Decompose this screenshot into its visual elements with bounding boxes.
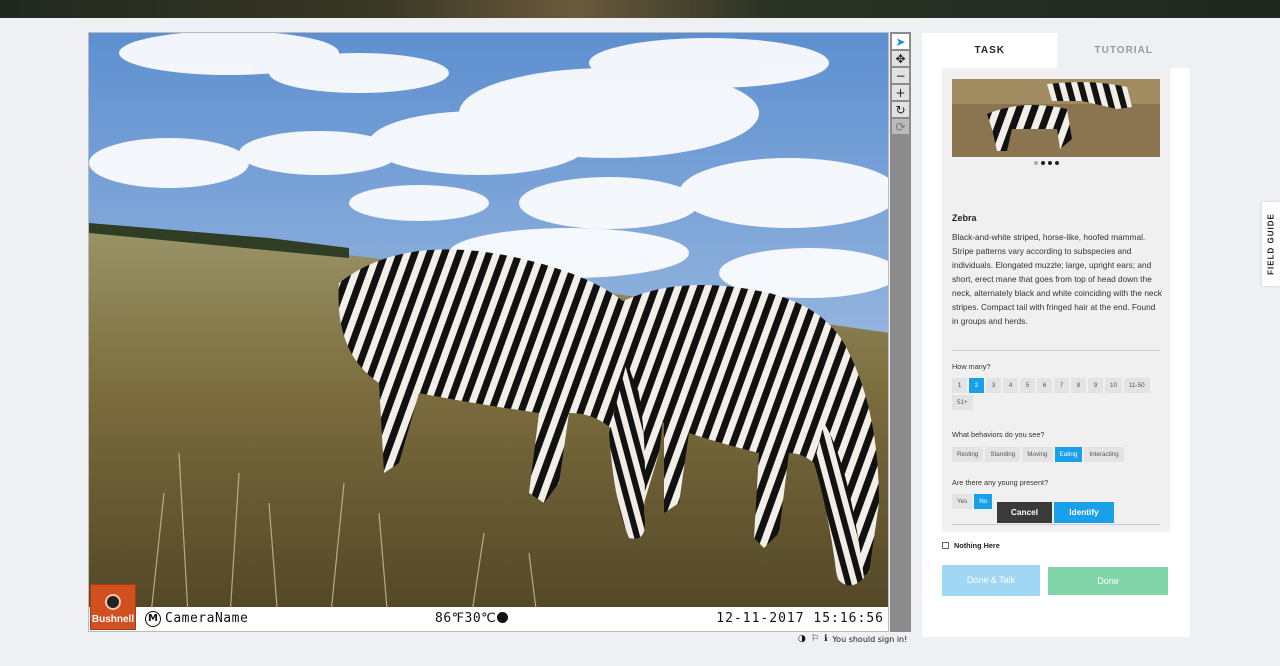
panel-tabs: TASK TUTORIAL <box>922 33 1190 68</box>
how-many-option[interactable]: 9 <box>1088 378 1103 393</box>
how-many-option[interactable]: 10 <box>1105 378 1123 393</box>
zoom-out-icon[interactable]: − <box>892 68 909 83</box>
species-name: Zebra <box>952 213 977 223</box>
nothing-here-checkbox[interactable] <box>942 542 949 549</box>
young-option[interactable]: Yes <box>952 494 973 509</box>
rotate-icon[interactable]: ↻ <box>892 102 909 117</box>
carousel-dot[interactable] <box>1055 161 1059 165</box>
identify-button[interactable]: Identify <box>1054 502 1114 523</box>
species-image-carousel[interactable] <box>952 79 1160 157</box>
how-many-option[interactable]: 6 <box>1037 378 1052 393</box>
how-many-option[interactable]: 8 <box>1071 378 1086 393</box>
question-behaviors: What behaviors do you see? <box>952 430 1045 439</box>
how-many-option[interactable]: 3 <box>986 378 1001 393</box>
species-detail: Zebra Black-and-white striped, horse-lik… <box>942 68 1170 532</box>
camera-name: CameraName <box>165 611 249 626</box>
behavior-option[interactable]: Interacting <box>1084 447 1124 462</box>
bushnell-logo: Bushnell <box>90 584 136 630</box>
how-many-option[interactable]: 11-50 <box>1124 378 1150 393</box>
pan-icon[interactable]: ✥ <box>892 51 909 66</box>
behavior-option[interactable]: Resting <box>952 447 984 462</box>
how-many-option[interactable]: 7 <box>1054 378 1069 393</box>
species-description: Black-and-white striped, horse-like, hoo… <box>952 232 1162 326</box>
how-many-option[interactable]: 51+ <box>952 395 973 410</box>
image-toolbar: ➤ ✥ − + ↻ ⟳ <box>890 32 911 632</box>
carousel-dot[interactable] <box>1048 161 1052 165</box>
zoom-in-icon[interactable]: + <box>892 85 909 100</box>
pointer-icon[interactable]: ➤ <box>892 34 909 49</box>
subject-meta: ◑ ⚐ ℹ You should sign in! <box>798 634 907 644</box>
species-example-image <box>952 79 1160 157</box>
how-many-option[interactable]: 2 <box>969 378 984 393</box>
bushnell-emblem-icon <box>105 594 121 610</box>
nothing-here-option[interactable]: Nothing Here <box>942 541 1000 550</box>
carousel-dots <box>1034 161 1059 165</box>
nothing-here-label: Nothing Here <box>954 541 1000 550</box>
question-how-many: How many? <box>952 362 991 371</box>
young-option[interactable]: No <box>974 494 993 509</box>
sign-in-message: You should sign in! <box>832 634 908 644</box>
cancel-button[interactable]: Cancel <box>997 502 1052 523</box>
carousel-dot[interactable] <box>1034 161 1038 165</box>
field-guide-label: FIELD GUIDE <box>1266 213 1276 275</box>
subject-image[interactable]: M CameraName 86℉30℃ 12-11-2017 15:16:56 … <box>88 32 889 632</box>
info-icon[interactable]: ℹ <box>824 634 827 644</box>
how-many-option[interactable]: 4 <box>1003 378 1018 393</box>
how-many-options: 1 2 3 4 5 6 7 8 9 10 11-50 51+ <box>952 378 1162 410</box>
question-young: Are there any young present? <box>952 478 1049 487</box>
behavior-option[interactable]: Eating <box>1054 447 1083 462</box>
camera-temperature: 86℉30℃ <box>435 611 509 626</box>
tab-task[interactable]: TASK <box>922 33 1058 68</box>
flag-icon[interactable]: ⚐ <box>811 634 819 644</box>
done-button[interactable]: Done <box>1048 567 1168 595</box>
behavior-options: Resting Standing Moving Eating Interacting <box>952 447 1162 462</box>
tab-tutorial[interactable]: TUTORIAL <box>1057 33 1190 68</box>
done-and-talk-button[interactable]: Done & Talk <box>942 565 1040 596</box>
mode-icon: M <box>145 611 161 627</box>
top-banner <box>0 0 1280 18</box>
divider <box>952 350 1160 351</box>
how-many-option[interactable]: 5 <box>1020 378 1035 393</box>
behavior-option[interactable]: Standing <box>985 447 1021 462</box>
task-panel: TASK TUTORIAL Zebra Black-and-white stri… <box>922 33 1190 637</box>
zebra-photo <box>89 33 888 631</box>
field-guide-tab[interactable]: FIELD GUIDE <box>1262 202 1280 286</box>
how-many-option[interactable]: 1 <box>952 378 967 393</box>
reset-icon[interactable]: ⟳ <box>892 119 909 134</box>
behavior-option[interactable]: Moving <box>1022 447 1053 462</box>
invert-icon[interactable]: ◑ <box>798 634 806 644</box>
camera-datetime: 12-11-2017 15:16:56 <box>716 611 884 626</box>
camera-info-bar: M CameraName 86℉30℃ 12-11-2017 15:16:56 <box>89 607 888 631</box>
moon-phase-icon <box>497 612 509 623</box>
divider <box>952 524 1160 525</box>
carousel-dot[interactable] <box>1041 161 1045 165</box>
